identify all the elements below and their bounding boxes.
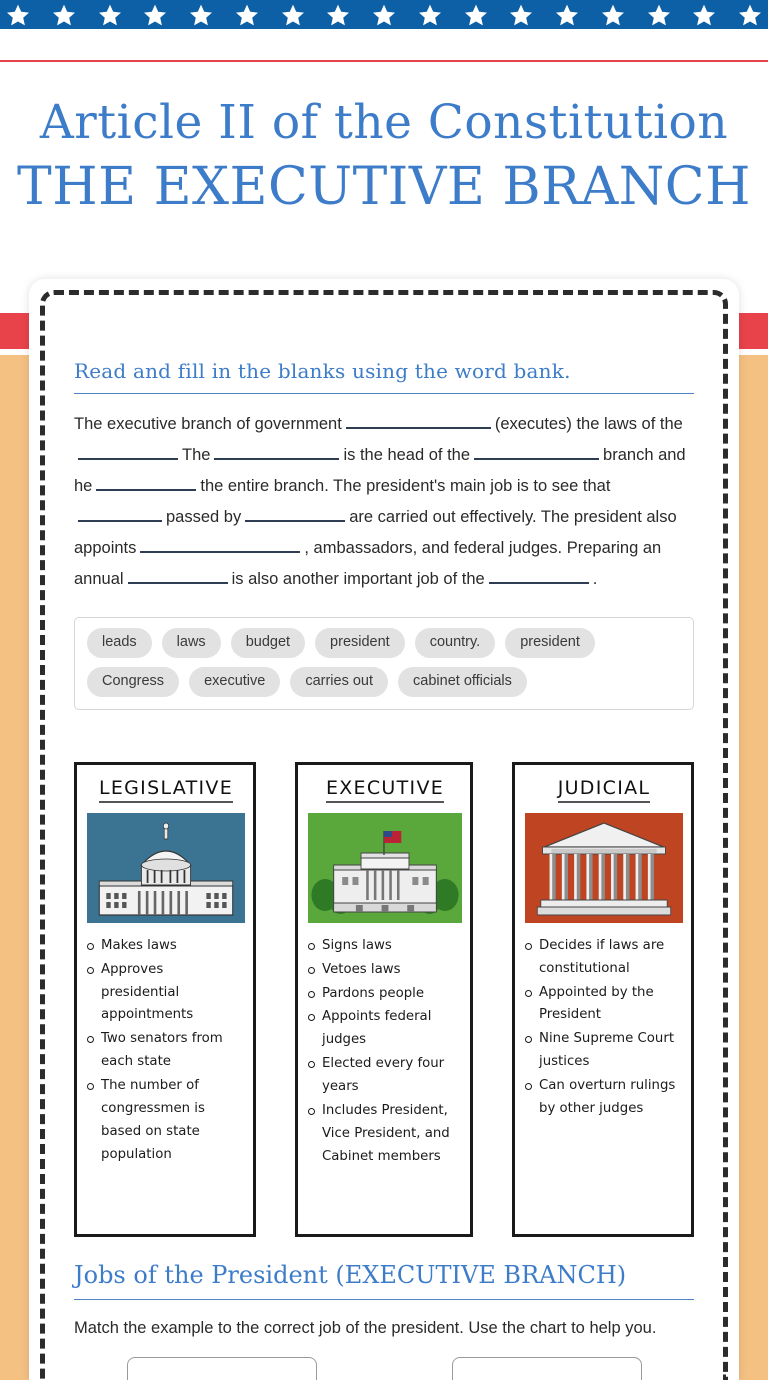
word-bank: leads laws budget president country. presiden… xyxy=(74,617,694,710)
branch-list-judicial: Decides if laws are constitutional Appoin… xyxy=(525,935,683,1121)
branch-list-item: Decides if laws are constitutional xyxy=(525,935,683,981)
three-branches-chart: LEGISLATIVE Makes laws Approves presiden… xyxy=(74,761,694,1237)
word-bank-chip[interactable]: budget xyxy=(230,628,306,658)
blank-10[interactable] xyxy=(488,566,589,584)
branch-list-item: Nine Supreme Court justices xyxy=(525,1028,683,1074)
blank-1[interactable] xyxy=(345,411,491,429)
branch-list-item: Pardons people xyxy=(308,983,462,1006)
blank-3[interactable] xyxy=(214,442,340,460)
word-bank-chip[interactable]: carries out xyxy=(290,666,389,697)
jobs-section: Jobs of the President (EXECUTIVE BRANCH)… xyxy=(74,1261,694,1380)
branch-list-executive: Signs laws Vetoes laws Pardons people Appoi… xyxy=(308,935,462,1169)
jobs-instruction: Match the example to the correct job of … xyxy=(74,1318,657,1337)
match-answer-box-1[interactable] xyxy=(126,1356,317,1380)
star-icon xyxy=(98,3,122,27)
blank-6[interactable] xyxy=(78,504,162,522)
para-text-4: is the head of the xyxy=(343,446,471,464)
star-icon xyxy=(372,3,396,27)
branch-list-item: Approves presidential appointments xyxy=(87,959,245,1028)
branch-list-item: Elected every four years xyxy=(308,1053,462,1099)
match-answer-box-2[interactable] xyxy=(451,1356,642,1380)
star-icon xyxy=(738,3,762,27)
branch-list-item: The number of congressmen is based on st… xyxy=(87,1075,245,1166)
section-rule-1 xyxy=(74,393,694,394)
worksheet-page: Article II of the Constitution THE EXECU… xyxy=(0,0,768,1380)
branch-card-executive: EXECUTIVE Signs laws Vetoes laws Pardons… xyxy=(295,761,473,1237)
word-bank-chip[interactable]: cabinet officials xyxy=(398,666,527,697)
supreme-court-icon xyxy=(525,812,683,923)
star-icon xyxy=(326,3,350,27)
star-icon xyxy=(418,3,442,27)
blank-7[interactable] xyxy=(245,504,346,522)
blank-5[interactable] xyxy=(96,473,197,491)
star-icon xyxy=(143,3,167,27)
star-icon xyxy=(52,3,76,27)
white-house-icon xyxy=(308,812,462,923)
branch-list-legislative: Makes laws Approves presidential appointm… xyxy=(87,935,245,1167)
star-banner xyxy=(0,0,768,29)
branch-list-item: Makes laws xyxy=(87,935,245,958)
page-title-group: Article II of the Constitution THE EXECU… xyxy=(0,95,768,218)
red-divider-rule xyxy=(0,60,768,62)
branch-title-row-legislative: LEGISLATIVE xyxy=(87,775,245,813)
branch-title-row-executive: EXECUTIVE xyxy=(308,775,462,813)
word-bank-chip[interactable]: laws xyxy=(161,628,221,658)
branch-card-legislative: LEGISLATIVE Makes laws Approves presiden… xyxy=(74,761,256,1237)
star-icon xyxy=(601,3,625,27)
branch-list-item: Signs laws xyxy=(308,935,462,958)
section-heading-fill-blanks: Read and fill in the blanks using the wo… xyxy=(74,359,571,383)
word-bank-chip[interactable]: leads xyxy=(87,628,152,658)
word-bank-chip[interactable]: executive xyxy=(189,666,281,697)
match-boxes-row xyxy=(74,1356,694,1380)
para-text-3: The xyxy=(182,446,211,464)
branch-list-item: Includes President, Vice President, and … xyxy=(308,1100,462,1169)
para-text-1: The executive branch of government xyxy=(74,415,342,433)
star-icon xyxy=(692,3,716,27)
blank-2[interactable] xyxy=(78,442,178,460)
left-orange-band xyxy=(0,355,30,1380)
blank-4[interactable] xyxy=(474,442,600,460)
word-bank-chip[interactable]: country. xyxy=(414,628,496,658)
word-bank-chip[interactable]: president xyxy=(315,628,405,658)
branch-title-executive: EXECUTIVE xyxy=(325,777,445,803)
word-bank-chip[interactable]: president xyxy=(505,628,595,658)
star-icon xyxy=(189,3,213,27)
para-text-7: passed by xyxy=(166,508,242,526)
fill-in-paragraph: The executive branch of government (execu… xyxy=(74,409,694,595)
page-title-line1: Article II of the Constitution xyxy=(39,95,729,150)
branch-title-judicial: JUDICIAL xyxy=(557,777,651,803)
blank-8[interactable] xyxy=(140,535,301,553)
branch-title-row-judicial: JUDICIAL xyxy=(525,775,683,813)
branch-title-legislative: LEGISLATIVE xyxy=(98,777,234,803)
page-title-line2: THE EXECUTIVE BRANCH xyxy=(17,157,751,218)
star-icon xyxy=(6,3,30,27)
star-icon xyxy=(509,3,533,27)
right-red-block xyxy=(738,313,768,349)
left-red-block xyxy=(0,313,30,349)
star-icon xyxy=(464,3,488,27)
para-text-10: is also another important job of the xyxy=(231,570,485,588)
branch-list-item: Two senators from each state xyxy=(87,1028,245,1074)
para-text-2: (executes) the laws of the xyxy=(494,415,683,433)
section-heading-jobs: Jobs of the President (EXECUTIVE BRANCH) xyxy=(74,1260,627,1289)
star-icon xyxy=(555,3,579,27)
branch-list-item: Appoints federal judges xyxy=(308,1006,462,1052)
star-icon xyxy=(281,3,305,27)
star-icon xyxy=(647,3,671,27)
right-orange-band xyxy=(738,355,768,1380)
star-icon xyxy=(235,3,259,27)
word-bank-chip[interactable]: Congress xyxy=(87,666,180,697)
branch-list-item: Can overturn rulings by other judges xyxy=(525,1075,683,1121)
blank-9[interactable] xyxy=(127,566,228,584)
section-rule-2 xyxy=(74,1298,694,1300)
branch-list-item: Vetoes laws xyxy=(308,959,462,982)
para-text-6: the entire branch. The president's main … xyxy=(200,477,611,495)
para-text-11: . xyxy=(592,570,598,588)
branch-list-item: Appointed by the President xyxy=(525,982,683,1028)
branch-card-judicial: JUDICIAL Decides if laws are constitutio… xyxy=(512,761,694,1237)
capitol-building-icon xyxy=(87,812,245,923)
worksheet-card: Read and fill in the blanks using the wo… xyxy=(29,279,739,1380)
